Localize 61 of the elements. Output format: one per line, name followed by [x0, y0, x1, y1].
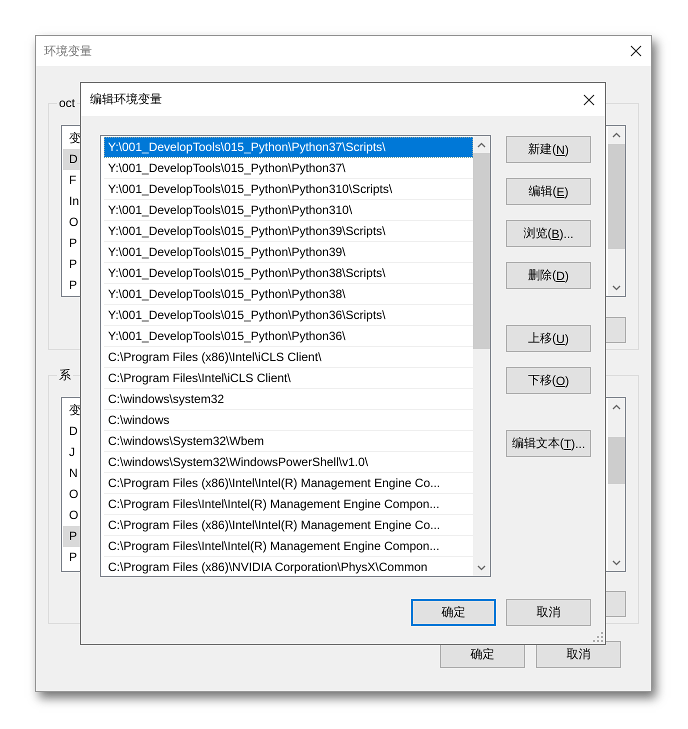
path-item[interactable]: Y:\001_DevelopTools\015_Python\Python39\Scripts\ [104, 221, 473, 242]
path-item[interactable]: Y:\001_DevelopTools\015_Python\Python39\ [104, 242, 473, 263]
variable-row[interactable]: N [63, 463, 83, 484]
variable-row[interactable]: D [63, 421, 83, 442]
variable-row[interactable]: P [63, 233, 83, 254]
side-button[interactable]: 上移(U) [506, 325, 591, 352]
path-item[interactable]: C:\Program Files\Intel\Intel(R) Management Engine Compon... [104, 536, 473, 557]
close-icon[interactable] [583, 94, 595, 106]
dialog-button[interactable]: 确定 [411, 599, 496, 626]
scrollbar[interactable] [608, 398, 625, 571]
path-item[interactable]: C:\Program Files (x86)\Intel\Intel(R) Management Engine Co... [104, 515, 473, 536]
variable-row[interactable]: P [63, 254, 83, 275]
side-button[interactable]: 新建(N) [506, 136, 591, 163]
column-header[interactable]: 变 [63, 400, 83, 421]
group-label: 系 [58, 369, 72, 381]
path-item[interactable]: C:\Program Files\Intel\iCLS Client\ [104, 368, 473, 389]
path-item[interactable]: Y:\001_DevelopTools\015_Python\Python310\Scripts\ [104, 179, 473, 200]
path-item[interactable]: Y:\001_DevelopTools\015_Python\Python37\ [104, 158, 473, 179]
scroll-up-icon[interactable] [612, 404, 621, 410]
path-item[interactable]: Y:\001_DevelopTools\015_Python\Python38\ [104, 284, 473, 305]
dialog-button[interactable]: 取消 [506, 599, 591, 626]
path-item[interactable]: Y:\001_DevelopTools\015_Python\Python38\Scripts\ [104, 263, 473, 284]
variable-row[interactable]: O [63, 505, 83, 526]
path-item[interactable]: C:\Program Files\Intel\Intel(R) Management Engine Compon... [104, 494, 473, 515]
variable-row[interactable]: F [63, 170, 83, 191]
side-button[interactable]: 删除(D) [506, 262, 591, 289]
path-item[interactable]: C:\windows\System32\Wbem [104, 431, 473, 452]
path-item[interactable]: C:\windows [104, 410, 473, 431]
scroll-down-icon[interactable] [612, 560, 621, 566]
partial-button[interactable] [605, 317, 626, 343]
variable-row[interactable]: P [63, 275, 83, 296]
path-item[interactable]: C:\Program Files (x86)\Intel\iCLS Client\ [104, 347, 473, 368]
dialog-title: 编辑环境变量 [90, 91, 162, 108]
window-title: 环境变量 [44, 42, 92, 60]
variable-row[interactable]: P [63, 547, 83, 568]
scroll-up-icon[interactable] [612, 132, 621, 138]
variable-row[interactable]: O [63, 212, 83, 233]
scroll-down-icon[interactable] [477, 564, 486, 570]
side-button[interactable]: 下移(O) [506, 367, 591, 394]
path-item[interactable]: Y:\001_DevelopTools\015_Python\Python36\Scripts\ [104, 305, 473, 326]
path-item[interactable]: C:\windows\system32 [104, 389, 473, 410]
resize-grip-icon[interactable] [593, 632, 603, 642]
path-item[interactable]: Y:\001_DevelopTools\015_Python\Python37\Scripts\ [104, 137, 473, 158]
column-header[interactable]: 变 [63, 128, 83, 149]
path-item[interactable]: C:\windows\System32\WindowsPowerShell\v1.0\ [104, 452, 473, 473]
path-item[interactable]: Y:\001_DevelopTools\015_Python\Python310\ [104, 200, 473, 221]
side-button[interactable]: 编辑(E) [506, 178, 591, 205]
scrollbar[interactable] [473, 136, 490, 576]
path-item[interactable]: C:\Program Files (x86)\Intel\Intel(R) Management Engine Co... [104, 473, 473, 494]
variable-row[interactable]: O [63, 484, 83, 505]
side-button[interactable]: 浏览(B)... [506, 220, 591, 247]
close-icon[interactable] [630, 45, 642, 57]
partial-button[interactable] [605, 591, 626, 617]
side-button[interactable]: 编辑文本(T)... [506, 430, 591, 457]
scroll-up-icon[interactable] [477, 142, 486, 148]
path-item[interactable]: Y:\001_DevelopTools\015_Python\Python36\ [104, 326, 473, 347]
scroll-down-icon[interactable] [612, 284, 621, 290]
variable-row[interactable]: J [63, 442, 83, 463]
variable-row[interactable]: In [63, 191, 83, 212]
group-label: oct [58, 97, 76, 109]
scrollbar[interactable] [608, 126, 625, 296]
